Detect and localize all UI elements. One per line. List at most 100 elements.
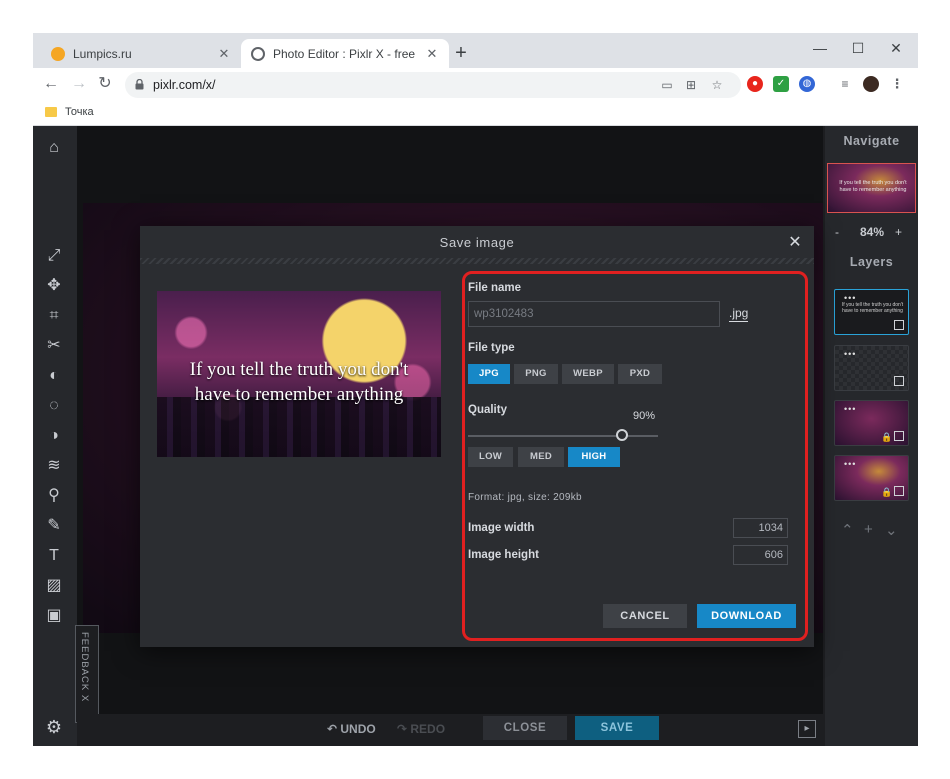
browser-window: Lumpics.ru ✕ Photo Editor : Pixlr X - fr… bbox=[33, 33, 918, 746]
layer-menu-icon[interactable]: ••• bbox=[844, 349, 856, 359]
tab-close-icon[interactable]: ✕ bbox=[425, 46, 439, 62]
layer-visibility-checkbox[interactable] bbox=[894, 320, 904, 330]
tab-pixlr[interactable]: Photo Editor : Pixlr X - free image ✕ bbox=[241, 39, 449, 68]
layers-title: Layers bbox=[849, 255, 894, 269]
minimize-button[interactable]: — bbox=[801, 37, 839, 59]
file-name-label: File name bbox=[468, 282, 522, 294]
layer-preview-text: If you tell the truth you don't have to … bbox=[841, 302, 904, 314]
file-type-jpg[interactable]: JPG bbox=[468, 364, 510, 384]
layer-menu-icon[interactable]: ••• bbox=[844, 459, 856, 469]
bookmarks-bar: Точка bbox=[33, 100, 918, 126]
redo-button[interactable]: ↷ REDO bbox=[397, 722, 445, 736]
window-close-button[interactable]: ✕ bbox=[877, 37, 915, 59]
file-type-webp[interactable]: WEBP bbox=[562, 364, 614, 384]
browser-toolbar: ← → ↻ pixlr.com/x/ ▭ ⊞ ☆ ● ✓ ◍ ≡ ⋮ bbox=[33, 68, 918, 100]
text-icon[interactable]: T bbox=[43, 545, 65, 567]
zoom-in-button[interactable]: + bbox=[895, 225, 902, 239]
layer-transparent[interactable]: ••• bbox=[834, 345, 909, 391]
close-button[interactable]: CLOSE bbox=[483, 716, 567, 740]
cancel-button[interactable]: CANCEL bbox=[603, 604, 687, 628]
quality-high[interactable]: HIGH bbox=[568, 447, 620, 467]
folder-icon bbox=[45, 107, 57, 117]
feedback-tab[interactable]: FEEDBACK X bbox=[75, 625, 99, 723]
tab-close-icon[interactable]: ✕ bbox=[217, 46, 231, 62]
check-extension-icon[interactable]: ✓ bbox=[773, 76, 789, 92]
tab-lumpics[interactable]: Lumpics.ru ✕ bbox=[41, 39, 241, 68]
image-width-label: Image width bbox=[468, 522, 535, 534]
reload-icon[interactable]: ↻ bbox=[95, 74, 115, 94]
quality-slider-handle[interactable] bbox=[615, 429, 628, 441]
forward-arrow-icon[interactable]: → bbox=[69, 74, 89, 94]
file-name-input[interactable]: wp3102483 bbox=[468, 301, 720, 327]
bookmark-star-icon[interactable]: ☆ bbox=[709, 78, 725, 92]
translate-icon[interactable]: ⊞ bbox=[683, 78, 699, 92]
adjust-icon[interactable]: ◐ bbox=[43, 365, 65, 387]
vpn-extension-icon[interactable]: ◍ bbox=[799, 76, 815, 92]
pattern-icon[interactable]: ▨ bbox=[43, 575, 65, 597]
image-height-input[interactable]: 606 bbox=[733, 545, 788, 565]
arrange-icon[interactable]: ⤢ bbox=[43, 245, 65, 267]
quality-slider-track[interactable] bbox=[468, 435, 658, 437]
image-icon[interactable]: ▣ bbox=[43, 605, 65, 627]
save-button[interactable]: SAVE bbox=[575, 716, 659, 740]
panel-toggle-icon[interactable]: ▸ bbox=[798, 720, 816, 738]
quality-low[interactable]: LOW bbox=[468, 447, 513, 467]
layer-background[interactable]: ••• 🔒 bbox=[834, 455, 909, 501]
file-type-label: File type bbox=[468, 342, 515, 354]
undo-button[interactable]: ↶ UNDO bbox=[327, 722, 376, 736]
redo-label: REDO bbox=[410, 722, 446, 736]
home-icon[interactable]: ⌂ bbox=[43, 137, 65, 159]
preview-quote-text: If you tell the truth you don't have to … bbox=[189, 359, 409, 405]
layer-text[interactable]: ••• If you tell the truth you don't have… bbox=[834, 289, 909, 335]
navigator-thumbnail[interactable]: If you tell the truth you don't have to … bbox=[827, 163, 916, 213]
chevron-down-icon[interactable]: ⌄ bbox=[885, 521, 898, 539]
profile-avatar[interactable] bbox=[863, 76, 879, 92]
dialog-title: Save image bbox=[439, 235, 515, 250]
quality-med[interactable]: MED bbox=[518, 447, 564, 467]
draw-brush-icon[interactable]: ✎ bbox=[43, 515, 65, 537]
zoom-out-button[interactable]: - bbox=[835, 225, 839, 239]
file-extension: .jpg bbox=[729, 306, 749, 322]
back-arrow-icon[interactable]: ← bbox=[41, 74, 61, 94]
file-type-pxd[interactable]: PXD bbox=[618, 364, 662, 384]
pixlr-app: ⌂ ⤢ ✥ ⌗ ✂ ◐ ◌ ◑ ≋ ⚲ ✎ T ▨ ▣ ⚙ FEEDBACK X… bbox=[33, 126, 918, 746]
lock-icon: 🔒 bbox=[881, 432, 893, 442]
dialog-close-icon[interactable]: ✕ bbox=[787, 232, 803, 252]
chevron-up-icon[interactable]: ⌃ bbox=[841, 521, 854, 539]
file-type-png[interactable]: PNG bbox=[514, 364, 558, 384]
filter-icon[interactable]: ◌ bbox=[43, 395, 65, 417]
bottom-bar: ↶ UNDO ↷ REDO CLOSE SAVE ▸ bbox=[77, 714, 825, 746]
layer-visibility-checkbox[interactable] bbox=[894, 376, 904, 386]
url-text: pixlr.com/x/ bbox=[153, 78, 216, 92]
cast-icon[interactable]: ▭ bbox=[659, 78, 675, 92]
liquify-icon[interactable]: ≋ bbox=[43, 455, 65, 477]
bookmark-item[interactable]: Точка bbox=[65, 106, 94, 118]
layer-image[interactable]: ••• 🔒 bbox=[834, 400, 909, 446]
adblock-extension-icon[interactable]: ● bbox=[747, 76, 763, 92]
right-panel: Navigate If you tell the truth you don't… bbox=[825, 126, 918, 746]
feedback-label: FEEDBACK X bbox=[79, 632, 90, 703]
image-height-label: Image height bbox=[468, 549, 539, 561]
layer-menu-icon[interactable]: ••• bbox=[844, 404, 856, 414]
lock-icon bbox=[135, 79, 144, 90]
layer-visibility-checkbox[interactable] bbox=[894, 431, 904, 441]
new-tab-button[interactable]: + bbox=[451, 43, 471, 63]
address-bar[interactable]: pixlr.com/x/ ▭ ⊞ ☆ bbox=[125, 72, 741, 98]
move-icon[interactable]: ✥ bbox=[43, 275, 65, 297]
lumpics-favicon-icon bbox=[51, 46, 65, 61]
dialog-header: Save image ✕ bbox=[140, 226, 814, 256]
download-button[interactable]: DOWNLOAD bbox=[697, 604, 796, 628]
crop-icon[interactable]: ⌗ bbox=[43, 305, 65, 327]
retouch-icon[interactable]: ⚲ bbox=[43, 485, 65, 507]
gear-icon[interactable]: ⚙ bbox=[43, 716, 65, 738]
navigator-thumbnail-text: If you tell the truth you don't have to … bbox=[839, 180, 907, 193]
cutout-scissors-icon[interactable]: ✂ bbox=[43, 335, 65, 357]
add-layer-icon[interactable]: + bbox=[864, 521, 873, 538]
media-control-icon[interactable]: ≡ bbox=[837, 76, 853, 92]
menu-kebab-icon[interactable]: ⋮ bbox=[889, 76, 905, 92]
maximize-button[interactable]: ☐ bbox=[839, 37, 877, 59]
image-width-input[interactable]: 1034 bbox=[733, 518, 788, 538]
layer-visibility-checkbox[interactable] bbox=[894, 486, 904, 496]
effect-icon[interactable]: ◑ bbox=[43, 425, 65, 447]
quality-value: 90% bbox=[633, 410, 656, 422]
